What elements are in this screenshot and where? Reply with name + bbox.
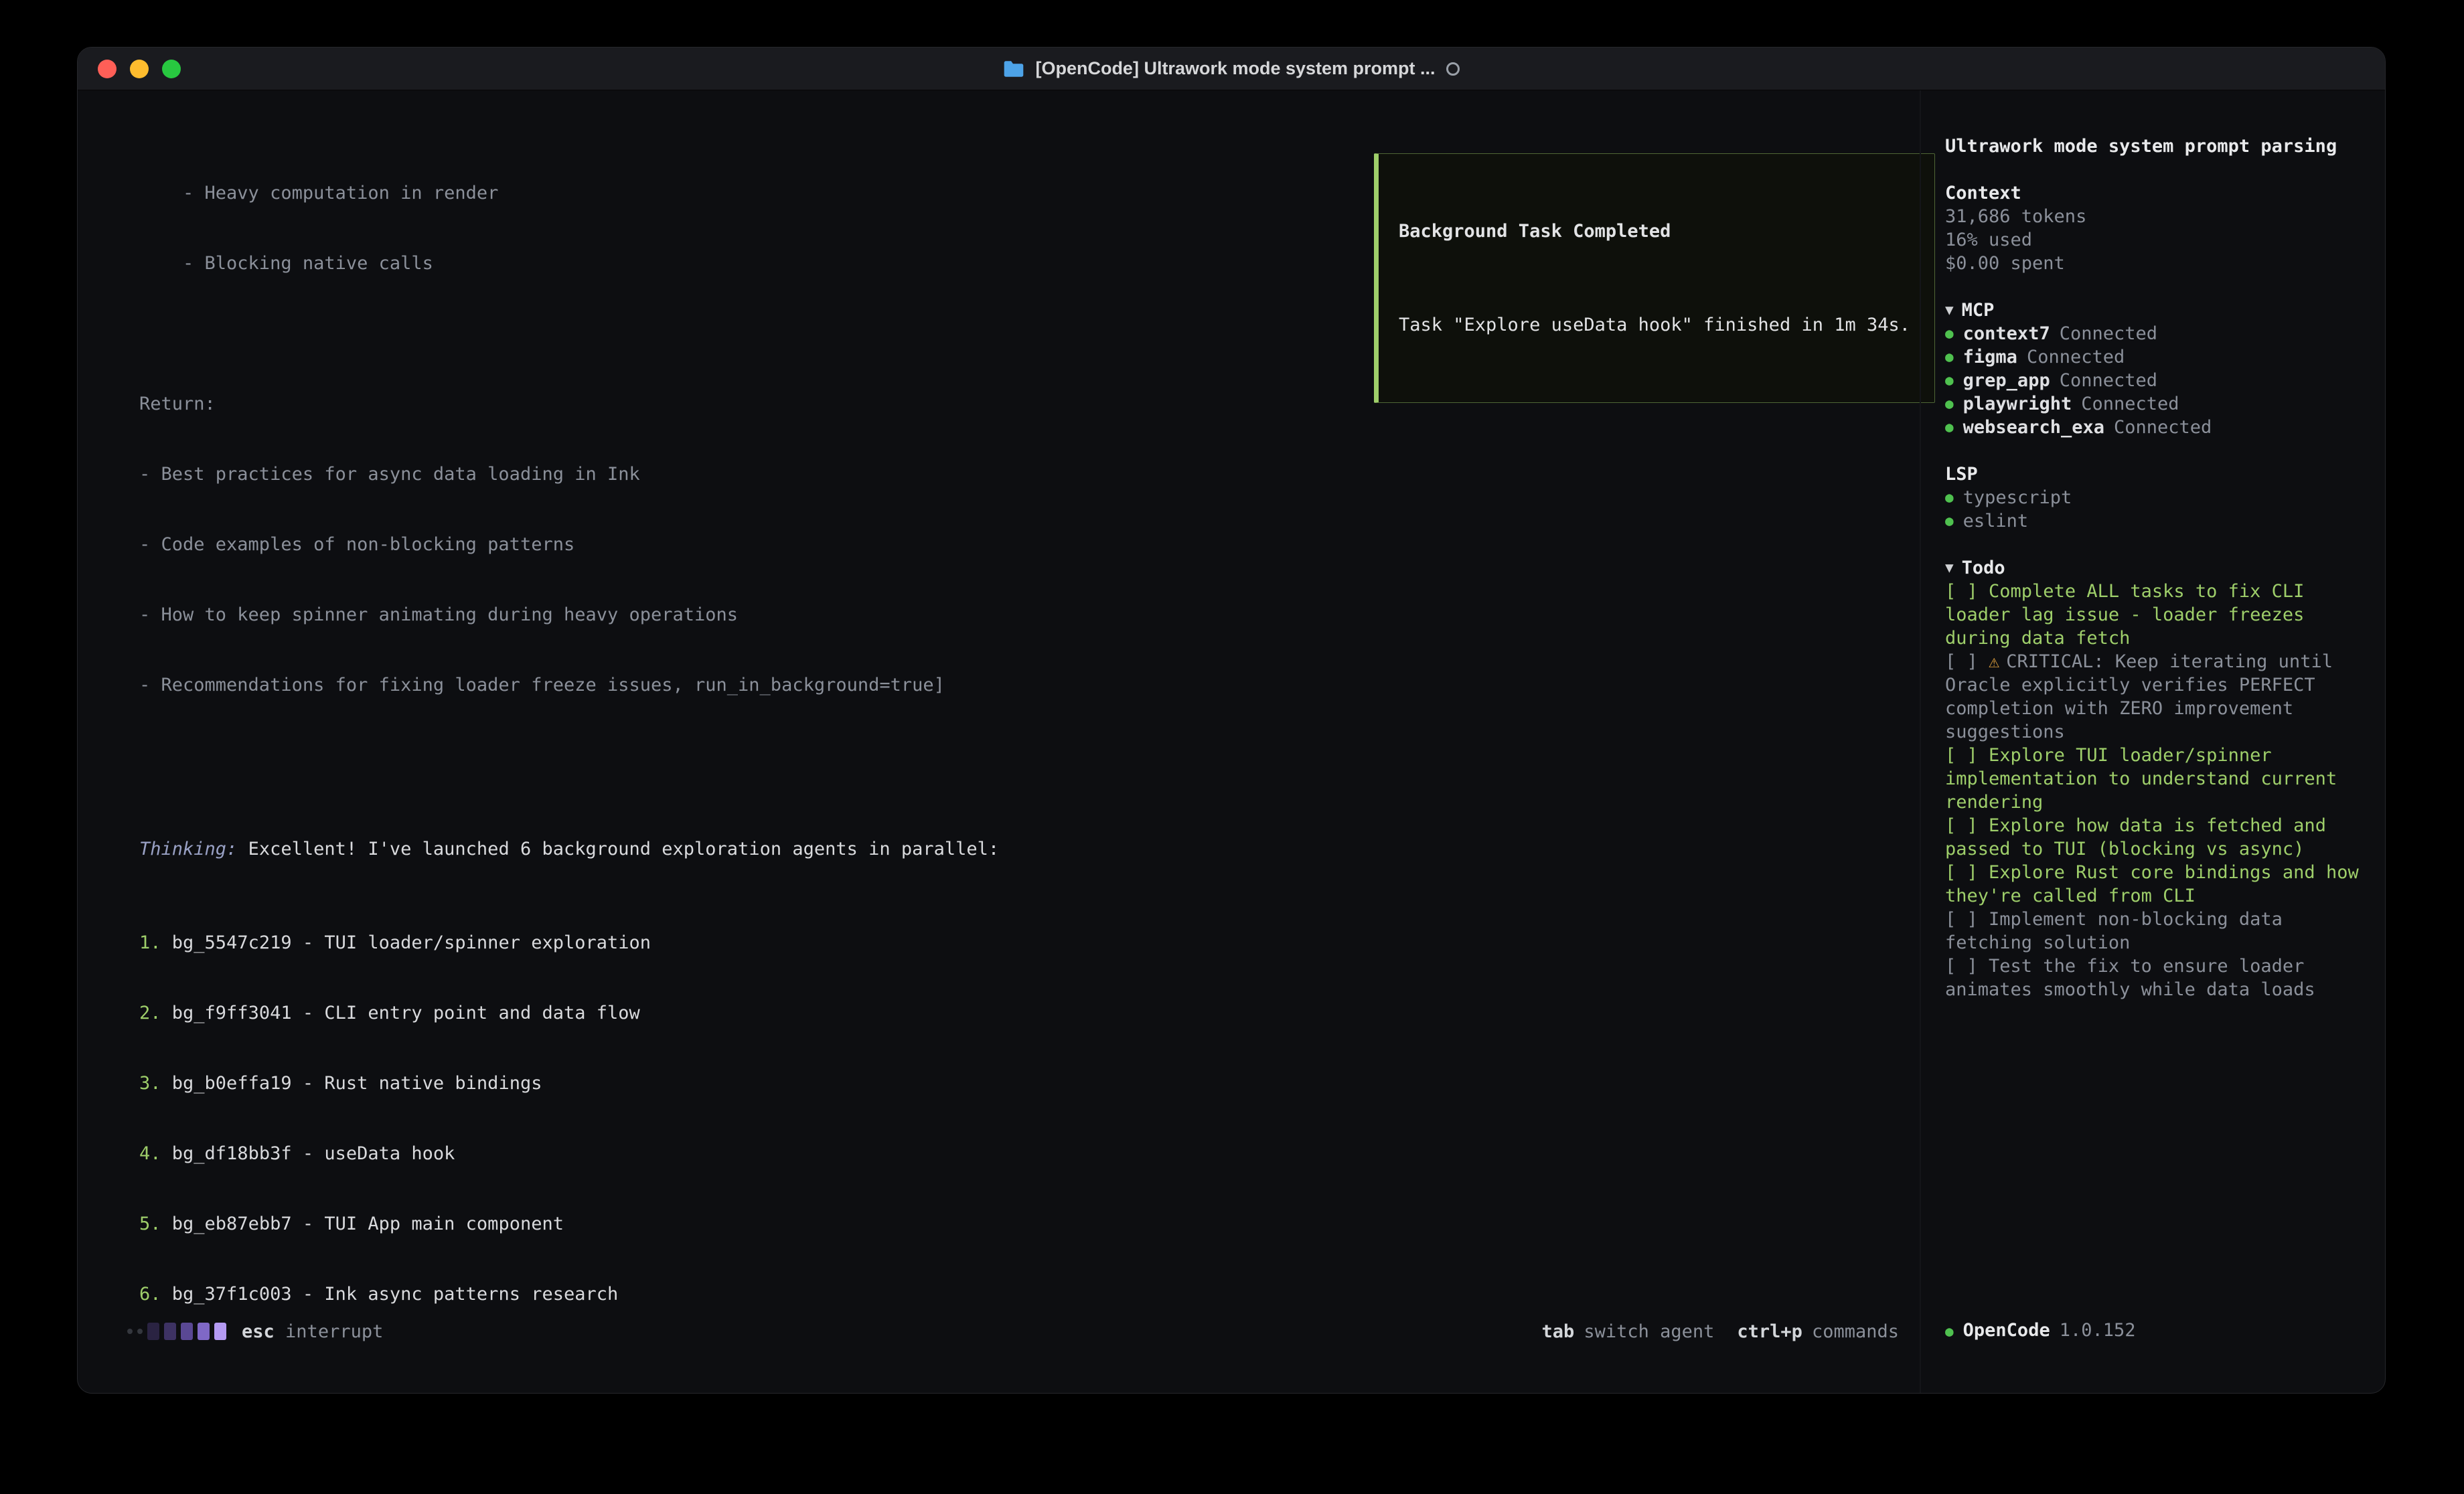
titlebar: [OpenCode] Ultrawork mode system prompt … (78, 48, 2385, 90)
close-window-button[interactable] (98, 60, 117, 78)
status-dot-icon: ● (1945, 513, 1954, 529)
todo-item: [ ] ⚠CRITICAL: Keep iterating until Orac… (1945, 650, 2365, 744)
status-dot-icon: ● (1945, 325, 1954, 341)
todo-item: [ ] Test the fix to ensure loader animat… (1945, 954, 2365, 1001)
lsp-item: ●eslint (1945, 509, 2365, 533)
terminal-line (114, 744, 1921, 767)
app-version: 1.0.152 (2060, 1319, 2136, 1342)
app-brand: OpenCode (1963, 1319, 2050, 1342)
agent-list-item: 4. bg_df18bb3f - useData hook (114, 1142, 1921, 1165)
agent-list-item: 6. bg_37f1c003 - Ink async patterns rese… (114, 1282, 1921, 1306)
terminal-line: - Recommendations for fixing loader free… (114, 673, 1921, 697)
status-dot-icon: ● (1945, 372, 1954, 388)
todo-heading[interactable]: ▼Todo (1945, 556, 2365, 580)
minimize-window-button[interactable] (130, 60, 149, 78)
agent-list-item: 3. bg_b0effa19 - Rust native bindings (114, 1072, 1921, 1095)
agent-list-item: 2. bg_f9ff3041 - CLI entry point and dat… (114, 1001, 1921, 1025)
todo-item: [ ] Explore Rust core bindings and how t… (1945, 861, 2365, 908)
warning-icon: ⚠ (1989, 651, 1999, 672)
agent-list-item: 1. bg_5547c219 - TUI loader/spinner expl… (114, 931, 1921, 954)
notification-body: Task "Explore useData hook" finished in … (1399, 313, 1914, 337)
record-indicator-icon (1446, 62, 1460, 76)
lsp-section: LSP ●typescript ●eslint (1945, 463, 2365, 533)
ctrlp-key-label: commands (1812, 1321, 1899, 1342)
app-window: [OpenCode] Ultrawork mode system prompt … (77, 47, 2386, 1394)
traffic-lights (98, 60, 181, 78)
sidebar: Ultrawork mode system prompt parsing Con… (1920, 90, 2385, 1393)
mcp-item: ●playwrightConnected (1945, 392, 2365, 416)
thinking-line: Thinking: Excellent! I've launched 6 bac… (114, 837, 1921, 861)
agent-list-item: 5. bg_eb87ebb7 - TUI App main component (114, 1212, 1921, 1236)
mcp-section: ▼MCP ●context7Connected ●figmaConnected … (1945, 299, 2365, 439)
chevron-down-icon: ▼ (1945, 560, 1954, 576)
status-dot-icon: ● (1945, 349, 1954, 365)
ctrlp-key-hint: ctrl+p (1737, 1321, 1802, 1342)
notification-toast: Background Task Completed Task "Explore … (1374, 153, 1935, 403)
folder-icon (1003, 60, 1024, 78)
status-dot-icon: ● (1945, 1320, 1954, 1343)
terminal-line: - Code examples of non-blocking patterns (114, 533, 1921, 556)
terminal-line: - How to keep spinner animating during h… (114, 603, 1921, 627)
terminal-line: - Best practices for async data loading … (114, 463, 1921, 486)
terminal-pane: - Heavy computation in render - Blocking… (78, 90, 1921, 1393)
tab-key-label: switch agent (1584, 1321, 1714, 1342)
context-section: Context 31,686 tokens 16% used $0.00 spe… (1945, 181, 2365, 275)
zoom-window-button[interactable] (162, 60, 181, 78)
status-dot-icon: ● (1945, 419, 1954, 435)
status-dot-icon: ● (1945, 489, 1954, 505)
todo-item: [ ] Implement non-blocking data fetching… (1945, 908, 2365, 954)
status-dot-icon: ● (1945, 396, 1954, 412)
context-spent: $0.00 spent (1945, 252, 2365, 275)
status-bar: esc interrupt tab switch agent ctrl+p comma… (127, 1319, 1899, 1343)
progress-spinner: esc interrupt (127, 1321, 383, 1342)
terminal-line (114, 1353, 1921, 1376)
context-tokens: 31,686 tokens (1945, 205, 2365, 228)
todo-item: [ ] Explore how data is fetched and pass… (1945, 814, 2365, 861)
chevron-down-icon: ▼ (1945, 302, 1954, 318)
thinking-text: Excellent! I've launched 6 background ex… (237, 839, 999, 859)
keyboard-hints: tab switch agent ctrl+p commands (1542, 1321, 1899, 1342)
context-used: 16% used (1945, 228, 2365, 252)
esc-key-hint: esc (242, 1321, 275, 1342)
mcp-item: ●websearch_exaConnected (1945, 416, 2365, 439)
mcp-item: ●grep_appConnected (1945, 369, 2365, 392)
todo-item: [ ] Complete ALL tasks to fix CLI loader… (1945, 580, 2365, 650)
notification-title: Background Task Completed (1399, 220, 1914, 243)
lsp-heading: LSP (1945, 463, 2365, 486)
todo-section: ▼Todo [ ] Complete ALL tasks to fix CLI … (1945, 556, 2365, 1001)
thinking-label: Thinking: (139, 839, 237, 859)
window-title-area: [OpenCode] Ultrawork mode system prompt … (1003, 58, 1459, 79)
context-heading: Context (1945, 181, 2365, 205)
mcp-item: ●figmaConnected (1945, 345, 2365, 369)
app-version-footer: ● OpenCode 1.0.152 (1945, 1319, 2136, 1343)
mcp-item: ●context7Connected (1945, 322, 2365, 345)
lsp-item: ●typescript (1945, 486, 2365, 509)
esc-key-label: interrupt (285, 1321, 383, 1342)
session-title: Ultrawork mode system prompt parsing (1945, 135, 2365, 158)
todo-item: [ ] Explore TUI loader/spinner implement… (1945, 744, 2365, 814)
tab-key-hint: tab (1542, 1321, 1575, 1342)
window-title: [OpenCode] Ultrawork mode system prompt … (1035, 58, 1435, 79)
mcp-heading[interactable]: ▼MCP (1945, 299, 2365, 322)
